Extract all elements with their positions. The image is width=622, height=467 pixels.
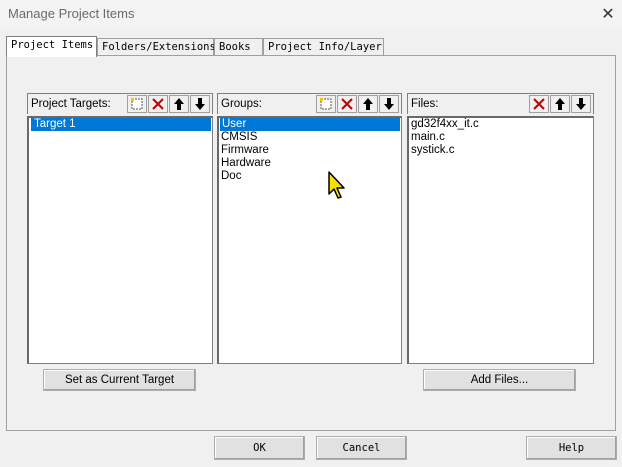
button-label: OK <box>253 442 266 454</box>
list-item[interactable]: Doc <box>219 170 401 183</box>
targets-list[interactable]: Target 1 <box>27 116 213 364</box>
list-item-label: Target 1 <box>34 118 76 130</box>
groups-group: Groups: User CMSIS Firmware Hardware Doc <box>217 93 402 364</box>
set-current-target-button[interactable]: Set as Current Target <box>43 369 196 391</box>
move-up-icon <box>555 98 565 110</box>
button-label: Set as Current Target <box>64 374 175 386</box>
new-item-icon <box>131 98 143 110</box>
move-down-icon <box>195 98 205 110</box>
move-file-up-button[interactable] <box>550 95 570 113</box>
list-item[interactable]: CMSIS <box>219 131 401 144</box>
title-bar: Manage Project Items ✕ <box>0 0 622 28</box>
button-label: Add Files... <box>470 374 529 386</box>
files-label: Files: <box>411 98 439 110</box>
groups-header: Groups: <box>217 93 402 114</box>
help-button[interactable]: Help <box>526 436 617 460</box>
files-header: Files: <box>407 93 594 114</box>
close-button[interactable]: ✕ <box>594 0 622 28</box>
list-item[interactable]: Firmware <box>219 144 401 157</box>
list-item[interactable]: systick.c <box>409 144 593 157</box>
list-item[interactable]: User <box>220 118 400 131</box>
mouse-cursor-icon <box>328 171 345 199</box>
list-item-label: Doc <box>221 170 242 182</box>
list-item[interactable]: Target 1 <box>31 118 211 131</box>
delete-target-button[interactable] <box>148 95 168 113</box>
groups-label: Groups: <box>221 98 262 110</box>
list-item-label: Hardware <box>221 157 271 169</box>
delete-icon <box>152 98 164 110</box>
tab-folders-extensions[interactable]: Folders/Extensions <box>97 38 216 56</box>
move-group-down-button[interactable] <box>379 95 399 113</box>
button-label: Help <box>558 442 585 454</box>
list-item-label: gd32f4xx_it.c <box>411 118 479 130</box>
list-item-label: main.c <box>411 131 445 143</box>
delete-group-button[interactable] <box>337 95 357 113</box>
move-up-icon <box>363 98 373 110</box>
add-files-button[interactable]: Add Files... <box>423 369 576 391</box>
new-target-button[interactable] <box>127 95 147 113</box>
new-item-icon <box>320 98 332 110</box>
files-group: Files: gd32f4xx_it.c main.c systick.c <box>407 93 594 364</box>
ok-button[interactable]: OK <box>214 436 305 460</box>
cancel-button[interactable]: Cancel <box>316 436 407 460</box>
tab-books[interactable]: Books <box>214 38 263 56</box>
list-item[interactable]: gd32f4xx_it.c <box>409 118 593 131</box>
tab-label: Books <box>219 41 251 53</box>
move-up-icon <box>174 98 184 110</box>
list-item-label: Firmware <box>221 144 269 156</box>
delete-icon <box>341 98 353 110</box>
window-title: Manage Project Items <box>8 6 135 21</box>
list-item[interactable]: main.c <box>409 131 593 144</box>
tab-label: Project Items <box>11 39 94 51</box>
delete-file-button[interactable] <box>529 95 549 113</box>
move-file-down-button[interactable] <box>571 95 591 113</box>
tab-label: Folders/Extensions <box>102 41 216 53</box>
list-item-label: CMSIS <box>221 131 258 143</box>
new-group-button[interactable] <box>316 95 336 113</box>
list-item[interactable]: Hardware <box>219 157 401 170</box>
tab-label: Project Info/Layer <box>268 41 382 53</box>
tab-project-info-layer[interactable]: Project Info/Layer <box>263 38 384 56</box>
targets-header: Project Targets: <box>27 93 213 114</box>
groups-list[interactable]: User CMSIS Firmware Hardware Doc <box>217 116 402 364</box>
tab-project-items[interactable]: Project Items <box>6 36 97 57</box>
move-down-icon <box>576 98 586 110</box>
move-target-up-button[interactable] <box>169 95 189 113</box>
list-item-label: systick.c <box>411 144 455 156</box>
project-targets-group: Project Targets: Target 1 <box>27 93 213 364</box>
close-icon: ✕ <box>601 6 615 23</box>
move-target-down-button[interactable] <box>190 95 210 113</box>
move-down-icon <box>384 98 394 110</box>
targets-label: Project Targets: <box>31 98 111 110</box>
list-item-label: User <box>222 118 247 130</box>
files-list[interactable]: gd32f4xx_it.c main.c systick.c <box>407 116 594 364</box>
delete-icon <box>533 98 545 110</box>
move-group-up-button[interactable] <box>358 95 378 113</box>
button-label: Cancel <box>342 442 381 454</box>
